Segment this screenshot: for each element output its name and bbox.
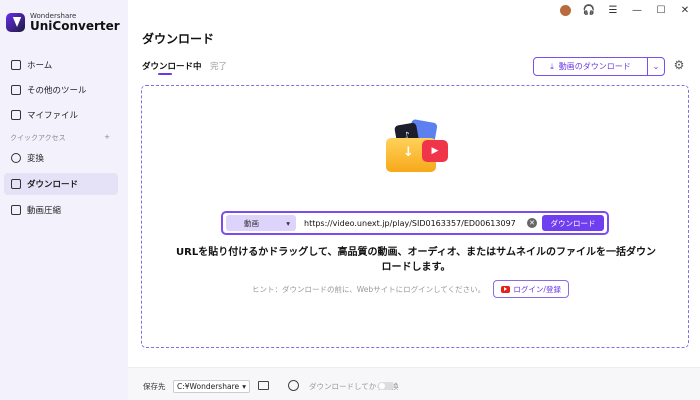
chevron-down-icon: ⌄ xyxy=(652,62,660,71)
sidebar-item-label: ホーム xyxy=(27,61,53,71)
youtube-icon: ▶ xyxy=(422,140,448,162)
open-folder-icon[interactable] xyxy=(258,381,269,390)
support-button[interactable]: 🎧 xyxy=(582,3,596,17)
add-quick-access-icon[interactable]: + xyxy=(104,133,110,143)
menu-icon: ☰ xyxy=(608,4,618,16)
video-download-button[interactable]: ⤓ 動画のダウンロード ⌄ xyxy=(533,57,665,76)
quick-access-header: クイックアクセス + xyxy=(10,133,110,143)
login-hint: ヒント：ダウンロードの前に、Webサイトにログインしてください。 xyxy=(252,284,486,294)
maximize-button[interactable]: ☐ xyxy=(654,3,668,17)
chevron-down-icon: ▾ xyxy=(242,382,246,391)
download-options-dropdown[interactable]: ⌄ xyxy=(647,58,664,75)
page-title: ダウンロード xyxy=(142,32,215,46)
dropdown-caret-icon: ▾ xyxy=(286,218,290,228)
sidebar-item-label: 動画圧縮 xyxy=(27,206,62,216)
settings-button[interactable]: ⚙ xyxy=(672,58,686,72)
url-input[interactable]: https://video.unext.jp/play/SID0163357/E… xyxy=(296,219,527,228)
maximize-icon: ☐ xyxy=(656,4,666,16)
save-path-value: C:¥Wondershare xyxy=(177,382,240,391)
media-type-value: 動画 xyxy=(244,218,259,228)
sidebar-item-compress[interactable]: 動画圧縮 xyxy=(4,199,118,221)
close-icon: ✕ xyxy=(680,4,690,16)
minimize-button[interactable]: — xyxy=(630,3,644,17)
convert-after-download-toggle[interactable] xyxy=(378,382,394,390)
menu-button[interactable]: ☰ xyxy=(606,3,620,17)
url-drop-zone[interactable]: ♪ ↓ ▶ 動画 ▾ https://video.unext.jp/play/S… xyxy=(141,85,689,348)
url-download-button[interactable]: ダウンロード xyxy=(542,215,604,231)
login-register-label: ログイン/登録 xyxy=(513,284,561,294)
sidebar-item-label: ダウンロード xyxy=(27,180,79,190)
tab-downloading[interactable]: ダウンロード中 xyxy=(142,60,202,72)
sidebar-item-my-files[interactable]: マイファイル xyxy=(4,104,118,126)
hint-row: ヒント：ダウンロードの前に、Webサイトにログインしてください。 ログイン/登録 xyxy=(252,280,570,298)
tab-active-indicator xyxy=(158,73,172,75)
quick-access-label: クイックアクセス xyxy=(10,134,66,142)
close-button[interactable]: ✕ xyxy=(678,3,692,17)
schedule-icon[interactable] xyxy=(288,380,299,391)
url-input-bar: 動画 ▾ https://video.unext.jp/play/SID0163… xyxy=(221,211,609,235)
footer-bar: 保存先 C:¥Wondershare ▾ ダウンロードしてから変換 xyxy=(128,367,700,400)
minimize-icon: — xyxy=(632,4,642,16)
tools-icon xyxy=(11,85,21,95)
download-arrow-icon: ⤓ xyxy=(550,61,554,71)
sidebar-item-download[interactable]: ダウンロード xyxy=(4,173,118,195)
avatar-icon xyxy=(559,4,571,16)
sidebar: Wondershare UniConverter ホーム その他のツール マイフ… xyxy=(0,0,128,400)
tab-finished[interactable]: 完了 xyxy=(210,60,227,72)
file-icon xyxy=(11,110,21,120)
youtube-icon xyxy=(501,285,511,293)
login-register-button[interactable]: ログイン/登録 xyxy=(493,280,570,298)
account-button[interactable] xyxy=(558,3,572,17)
compress-icon xyxy=(11,205,21,215)
sidebar-item-convert[interactable]: 変換 xyxy=(4,147,118,169)
download-illustration: ♪ ↓ ▶ xyxy=(386,116,452,172)
video-download-label: 動画のダウンロード xyxy=(558,62,631,71)
headset-icon: 🎧 xyxy=(582,4,596,16)
convert-icon xyxy=(11,153,21,163)
clear-url-icon[interactable]: ✕ xyxy=(527,218,537,228)
download-icon xyxy=(11,179,21,189)
save-to-label: 保存先 xyxy=(143,382,166,391)
save-path-select[interactable]: C:¥Wondershare ▾ xyxy=(173,380,250,393)
sidebar-item-home[interactable]: ホーム xyxy=(4,54,118,76)
sidebar-item-label: 変換 xyxy=(27,154,45,164)
sidebar-item-label: その他のツール xyxy=(27,86,87,96)
uniconverter-logo-icon xyxy=(6,13,25,32)
media-type-select[interactable]: 動画 ▾ xyxy=(226,215,296,231)
drop-zone-message: URLを貼り付けるかドラッグして、高品質の動画、オーディオ、またはサムネイルのフ… xyxy=(176,247,656,273)
brand: Wondershare UniConverter xyxy=(6,12,120,33)
sidebar-item-label: マイファイル xyxy=(27,111,79,121)
sidebar-item-tools[interactable]: その他のツール xyxy=(4,79,118,101)
home-icon xyxy=(11,60,21,70)
download-arrow-icon: ↓ xyxy=(403,145,414,160)
gear-icon: ⚙ xyxy=(673,58,685,72)
window-controls: 🎧 ☰ — ☐ ✕ xyxy=(558,3,692,17)
brand-product: UniConverter xyxy=(30,19,120,33)
